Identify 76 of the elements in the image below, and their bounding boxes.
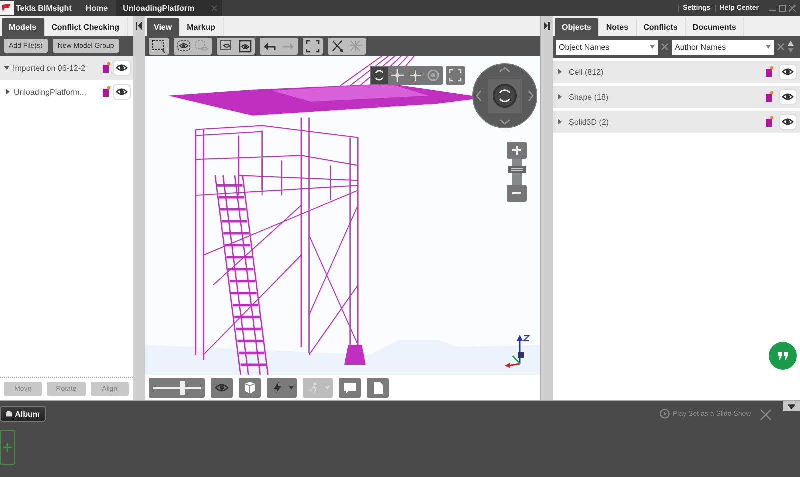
tool-button[interactable] xyxy=(211,378,233,398)
object-group-row[interactable]: Solid3D (2) xyxy=(553,111,800,133)
maximize-icon[interactable] xyxy=(779,4,786,12)
pan-icon[interactable] xyxy=(407,67,424,84)
color-swatch-icon[interactable] xyxy=(765,66,774,78)
visibility-button[interactable] xyxy=(114,85,130,99)
tool-button[interactable] xyxy=(267,378,297,398)
zoom-control[interactable] xyxy=(507,142,527,202)
tree-row[interactable]: UnloadingPlatform... xyxy=(0,80,133,104)
expand-arrow-icon[interactable] xyxy=(557,69,563,75)
object-group-row[interactable]: Cell (812) xyxy=(553,61,800,83)
select-icon[interactable] xyxy=(152,40,166,52)
panel-tab[interactable]: View xyxy=(147,18,180,36)
filter-value: Object Names xyxy=(559,42,611,52)
fullscreen-button[interactable] xyxy=(446,66,465,85)
filter-dropdown[interactable]: Author Names xyxy=(672,40,774,54)
close-icon[interactable] xyxy=(789,4,796,12)
model-name: UnloadingPlatform... xyxy=(14,88,88,96)
object-group-row[interactable]: Shape (18) xyxy=(553,86,800,108)
app-name: Tekla BIMsight xyxy=(16,4,72,12)
object-group-name: Cell (812) xyxy=(569,68,605,76)
dropdown-caret-icon xyxy=(289,386,294,390)
eye-icon xyxy=(782,92,794,102)
filter-value: Author Names xyxy=(675,42,728,52)
camera-icon[interactable] xyxy=(238,40,252,52)
collapse-arrow-icon[interactable] xyxy=(4,65,10,71)
eye-icon xyxy=(782,117,794,127)
expand-arrow-icon[interactable] xyxy=(5,89,11,95)
fit-view-icon[interactable] xyxy=(306,40,320,52)
cube-icon xyxy=(242,380,258,394)
rotate-icon[interactable] xyxy=(371,67,388,84)
plus-icon xyxy=(3,443,12,452)
expand-arrow-icon[interactable] xyxy=(557,94,563,100)
eye-icon[interactable] xyxy=(177,40,191,52)
feedback-button[interactable] xyxy=(769,342,797,370)
expand-arrow-icon[interactable] xyxy=(557,119,563,125)
home-tab[interactable]: Home xyxy=(86,4,108,12)
color-swatch-icon[interactable] xyxy=(765,116,774,128)
dropdown-caret-icon xyxy=(766,45,771,49)
camera-icon[interactable] xyxy=(220,40,234,52)
transparency-slider[interactable] xyxy=(149,378,205,398)
eye-icon xyxy=(116,87,128,97)
fullscreen-icon xyxy=(447,67,464,84)
object-group-name: Shape (18) xyxy=(569,92,610,102)
collapse-right-icon[interactable] xyxy=(544,22,550,30)
speech-bubble-icon xyxy=(342,380,358,394)
quote-icon xyxy=(778,352,788,360)
tray-icon xyxy=(6,410,12,418)
filter-dropdown[interactable]: Object Names xyxy=(556,40,658,54)
album-label: Album xyxy=(15,410,40,418)
visibility-button[interactable] xyxy=(780,90,796,104)
collapse-left-icon[interactable] xyxy=(136,22,142,30)
color-swatch-icon[interactable] xyxy=(765,91,774,103)
slider-thumb[interactable] xyxy=(180,380,185,394)
album-button[interactable]: Album xyxy=(0,406,46,422)
play-icon xyxy=(660,409,670,419)
tree-row[interactable]: Imported on 06-12-2 xyxy=(0,56,133,80)
collapse-icon xyxy=(788,403,795,409)
sort-icon[interactable] xyxy=(788,41,794,53)
model-name: Imported on 06-12-2 xyxy=(13,64,86,72)
color-swatch-icon[interactable] xyxy=(102,86,111,98)
collapse-panel-button[interactable] xyxy=(783,401,800,411)
eye-icon xyxy=(116,63,128,73)
visibility-button[interactable] xyxy=(114,61,130,75)
navigation-wheel[interactable] xyxy=(472,63,538,129)
dropdown-caret-icon xyxy=(650,45,655,49)
panel-tab[interactable]: Objects xyxy=(555,18,600,36)
add-slide-button[interactable] xyxy=(0,430,15,465)
object-group-name: Solid3D (2) xyxy=(569,118,610,126)
document-tab[interactable]: UnloadingPlatform xyxy=(116,0,222,16)
color-swatch-icon[interactable] xyxy=(102,62,111,74)
eye-icon xyxy=(782,67,794,77)
panel-tab[interactable]: Models xyxy=(2,18,45,36)
visibility-button[interactable] xyxy=(780,65,796,79)
visibility-button[interactable] xyxy=(780,115,796,129)
document-tab-label: UnloadingPlatform xyxy=(123,4,195,12)
